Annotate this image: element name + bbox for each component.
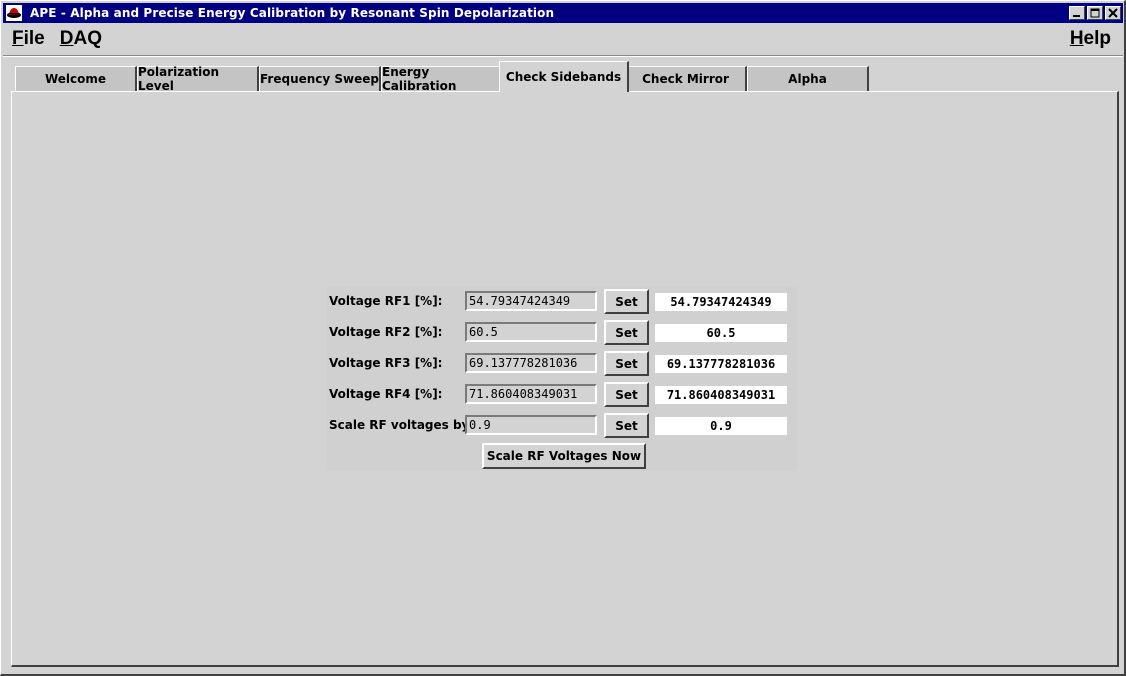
tab-strip: Welcome Polarization Level Frequency Swe… [15, 61, 1115, 93]
rf1-value: 54.79347424349 [655, 293, 787, 311]
scale-value: 0.9 [655, 417, 787, 435]
scale-rf-voltages-now-button[interactable]: Scale RF Voltages Now [482, 443, 646, 469]
rf3-set-button[interactable]: Set [604, 351, 649, 376]
tab-frequency-sweep[interactable]: Frequency Sweep [259, 66, 381, 91]
rf2-value: 60.5 [655, 324, 787, 342]
tab-check-sidebands[interactable]: Check Sidebands [499, 61, 629, 92]
scale-input[interactable] [465, 415, 597, 435]
rf2-input[interactable] [465, 322, 597, 342]
rf1-input[interactable] [465, 291, 597, 311]
rf3-row: Voltage RF3 [%]: Set 69.137778281036 [327, 350, 797, 376]
rf1-row: Voltage RF1 [%]: Set 54.79347424349 [327, 288, 797, 314]
scale-row: Scale RF voltages by: Set 0.9 [327, 412, 797, 438]
menu-help[interactable]: Help [1061, 28, 1117, 50]
minimize-button[interactable] [1069, 6, 1085, 20]
maximize-button[interactable] [1087, 6, 1103, 20]
rf-voltage-form: Voltage RF1 [%]: Set 54.79347424349 Volt… [327, 287, 797, 471]
scale-label: Scale RF voltages by: [329, 418, 475, 432]
window-title: APE - Alpha and Precise Energy Calibrati… [30, 6, 555, 20]
app-window: APE - Alpha and Precise Energy Calibrati… [0, 0, 1126, 676]
menu-daq[interactable]: DAQ [51, 28, 108, 50]
scale-set-button[interactable]: Set [604, 413, 649, 438]
rf1-label: Voltage RF1 [%]: [329, 294, 443, 308]
rf2-label: Voltage RF2 [%]: [329, 325, 443, 339]
rf4-row: Voltage RF4 [%]: Set 71.860408349031 [327, 381, 797, 407]
tab-polarization-level[interactable]: Polarization Level [137, 65, 259, 93]
rf4-label: Voltage RF4 [%]: [329, 387, 443, 401]
rf3-value: 69.137778281036 [655, 355, 787, 373]
tab-welcome[interactable]: Welcome [15, 66, 137, 91]
rf4-input[interactable] [465, 384, 597, 404]
menu-bar: File DAQ Help [3, 24, 1123, 54]
tab-check-mirror[interactable]: Check Mirror [625, 66, 747, 91]
redhat-icon[interactable] [6, 5, 22, 21]
rf3-input[interactable] [465, 353, 597, 373]
rf2-row: Voltage RF2 [%]: Set 60.5 [327, 319, 797, 345]
menu-file[interactable]: File [3, 28, 51, 50]
rf3-label: Voltage RF3 [%]: [329, 356, 443, 370]
tab-energy-calibration[interactable]: Energy Calibration [381, 65, 501, 93]
close-icon [1108, 8, 1118, 18]
close-button[interactable] [1105, 6, 1121, 20]
rf4-set-button[interactable]: Set [604, 382, 649, 407]
rf4-value: 71.860408349031 [655, 386, 787, 404]
rf2-set-button[interactable]: Set [604, 320, 649, 345]
tab-alpha[interactable]: Alpha [747, 66, 869, 91]
maximize-icon [1090, 8, 1100, 18]
title-bar[interactable]: APE - Alpha and Precise Energy Calibrati… [3, 3, 1123, 23]
rf1-set-button[interactable]: Set [604, 289, 649, 314]
menu-separator [3, 55, 1123, 57]
minimize-icon [1073, 15, 1080, 17]
